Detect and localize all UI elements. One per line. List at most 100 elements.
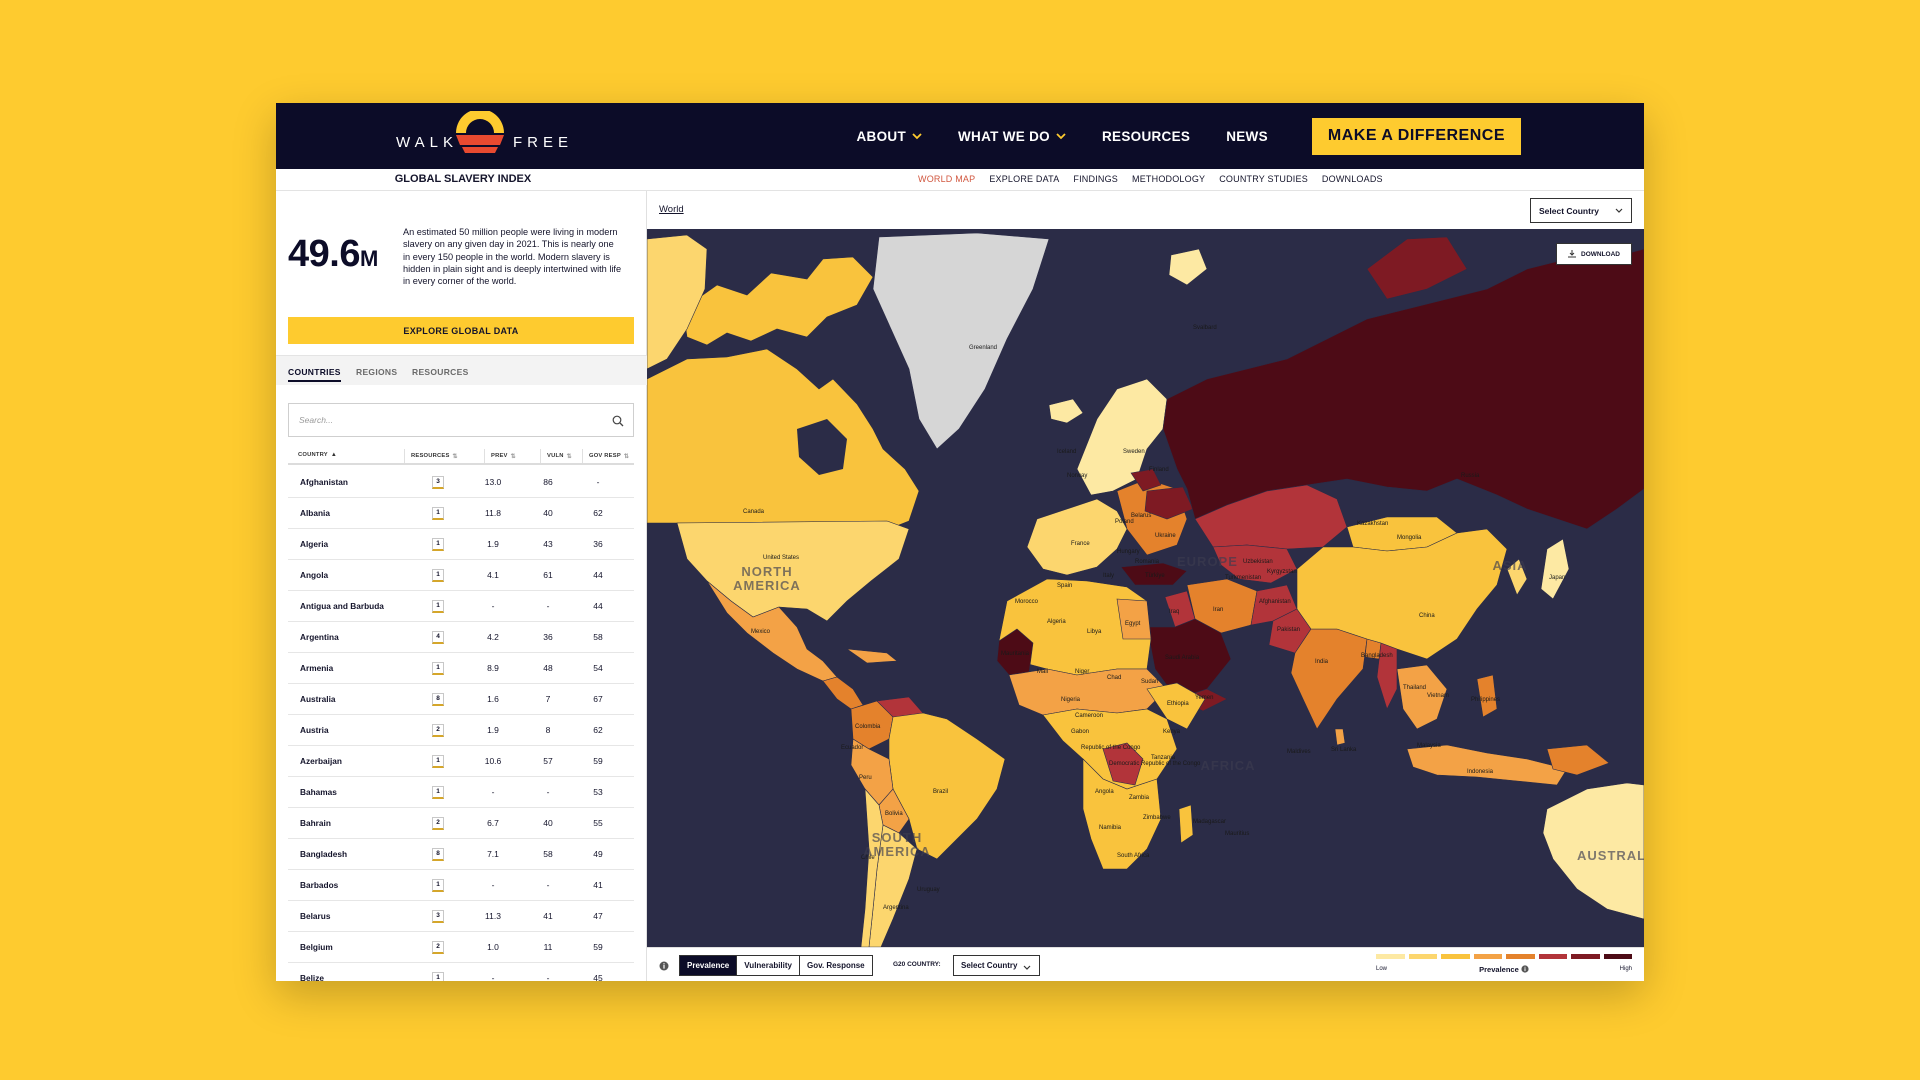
subnav-methodology[interactable]: METHODOLOGY	[1132, 174, 1205, 184]
world-map[interactable]: Greenland Canada United States Mexico Co…	[647, 229, 1644, 947]
col-resources[interactable]: RESOURCES ⇅	[404, 449, 458, 463]
download-button[interactable]: DOWNLOAD	[1556, 243, 1632, 265]
row-country-name: Belize	[300, 973, 324, 981]
nav-what-we-do[interactable]: WHAT WE DO	[958, 129, 1066, 144]
country-select[interactable]: Select Country	[1530, 198, 1632, 223]
legend-swatch	[1441, 954, 1470, 959]
country-egypt[interactable]	[1116, 598, 1152, 640]
breadcrumb-world[interactable]: World	[659, 204, 684, 215]
table-row[interactable]: Belgium 2 1.0 11 59	[288, 932, 634, 963]
row-country-name: Azerbaijan	[300, 756, 342, 766]
row-vulnerability: 61	[543, 570, 553, 580]
chevron-down-icon	[1056, 133, 1066, 140]
country-sri-lanka[interactable]	[1334, 728, 1346, 746]
map-controls: Prevalence Vulnerability Gov. Response G…	[647, 947, 1644, 981]
subnav-country-studies[interactable]: COUNTRY STUDIES	[1219, 174, 1308, 184]
col-vuln[interactable]: VULN ⇅	[540, 449, 572, 463]
table-row[interactable]: Azerbaijan 1 10.6 57 59	[288, 746, 634, 777]
global-stat: 49.6M	[288, 233, 378, 276]
row-resources-badge[interactable]: 3	[432, 476, 444, 489]
subnav-downloads[interactable]: DOWNLOADS	[1322, 174, 1383, 184]
g20-country-select[interactable]: Select Country	[953, 955, 1040, 976]
browser-frame: WALK FREE ABOUT WHAT WE DO RESOURCES NEW…	[276, 103, 1644, 981]
row-resources-badge[interactable]: 1	[432, 600, 444, 613]
make-a-difference-button[interactable]: MAKE A DIFFERENCE	[1311, 117, 1521, 155]
tab-regions[interactable]: REGIONS	[356, 367, 397, 377]
table-row[interactable]: Belarus 3 11.3 41 47	[288, 901, 634, 932]
row-gov-response: 45	[593, 973, 603, 981]
table-row[interactable]: Afghanistan 3 13.0 86 -	[288, 467, 634, 498]
table-row[interactable]: Austria 2 1.9 8 62	[288, 715, 634, 746]
row-prevalence: -	[491, 787, 495, 797]
info-icon[interactable]	[1521, 965, 1529, 973]
col-prev[interactable]: PREV ⇅	[484, 449, 516, 463]
table-row[interactable]: Argentina 4 4.2 36 58	[288, 622, 634, 653]
row-country-name: Angola	[300, 570, 329, 580]
table-row[interactable]: Australia 8 1.6 7 67	[288, 684, 634, 715]
nav-about[interactable]: ABOUT	[857, 129, 923, 144]
row-resources-badge[interactable]: 2	[432, 817, 444, 830]
tab-countries[interactable]: COUNTRIES	[288, 367, 341, 382]
col-gov-resp[interactable]: GOV RESP ⇅	[582, 449, 629, 463]
table-row[interactable]: Armenia 1 8.9 48 54	[288, 653, 634, 684]
sort-asc-icon: ▲	[330, 452, 337, 458]
table-row[interactable]: Belize 1 - - 45	[288, 963, 634, 981]
row-country-name: Bahamas	[300, 787, 337, 797]
table-row[interactable]: Bahamas 1 - - 53	[288, 777, 634, 808]
col-resources-label: RESOURCES	[411, 453, 450, 459]
row-gov-response: 47	[593, 911, 603, 921]
row-resources-badge[interactable]: 4	[432, 631, 444, 644]
explore-global-data-button[interactable]: EXPLORE GLOBAL DATA	[288, 317, 634, 344]
legend-swatch	[1538, 954, 1567, 959]
row-resources-badge[interactable]: 1	[432, 507, 444, 520]
chevron-down-icon	[1615, 208, 1623, 213]
metric-gov-response[interactable]: Gov. Response	[799, 956, 872, 975]
walk-free-logo[interactable]: WALK FREE	[396, 111, 568, 161]
row-prevalence: 4.2	[487, 632, 499, 642]
row-resources-badge[interactable]: 2	[432, 724, 444, 737]
sub-nav: WORLD MAP EXPLORE DATA FINDINGS METHODOL…	[918, 174, 1397, 184]
search-icon[interactable]	[612, 415, 624, 427]
legend-title-text: Prevalence	[1479, 965, 1519, 974]
row-vulnerability: 11	[543, 942, 553, 952]
metric-vulnerability[interactable]: Vulnerability	[737, 956, 800, 975]
col-country[interactable]: COUNTRY ▲	[298, 452, 337, 458]
global-stat-suffix: M	[359, 246, 378, 271]
tab-resources[interactable]: RESOURCES	[412, 367, 469, 377]
row-prevalence: -	[491, 601, 495, 611]
row-resources-badge[interactable]: 1	[432, 662, 444, 675]
table-row[interactable]: Albania 1 11.8 40 62	[288, 498, 634, 529]
chevron-down-icon	[1023, 965, 1031, 970]
table-row[interactable]: Antigua and Barbuda 1 - - 44	[288, 591, 634, 622]
row-resources-badge[interactable]: 1	[432, 786, 444, 799]
row-resources-badge[interactable]: 8	[432, 693, 444, 706]
info-icon[interactable]	[659, 961, 669, 971]
nav-resources[interactable]: RESOURCES	[1102, 129, 1190, 144]
row-resources-badge[interactable]: 1	[432, 972, 444, 981]
world-map-svg[interactable]	[647, 229, 1644, 947]
nav-news[interactable]: NEWS	[1226, 129, 1268, 144]
subnav-explore-data[interactable]: EXPLORE DATA	[989, 174, 1059, 184]
row-prevalence: 6.7	[487, 818, 499, 828]
row-resources-badge[interactable]: 1	[432, 755, 444, 768]
search-input[interactable]	[299, 404, 599, 436]
row-prevalence: -	[491, 973, 495, 981]
table-row[interactable]: Bangladesh 8 7.1 58 49	[288, 839, 634, 870]
row-resources-badge[interactable]: 1	[432, 569, 444, 582]
row-vulnerability: 40	[543, 508, 553, 518]
table-row[interactable]: Algeria 1 1.9 43 36	[288, 529, 634, 560]
table-row[interactable]: Bahrain 2 6.7 40 55	[288, 808, 634, 839]
legend-swatch	[1473, 954, 1502, 959]
row-resources-badge[interactable]: 3	[432, 910, 444, 923]
row-prevalence: 1.0	[487, 942, 499, 952]
table-row[interactable]: Barbados 1 - - 41	[288, 870, 634, 901]
table-row[interactable]: Angola 1 4.1 61 44	[288, 560, 634, 591]
row-resources-badge[interactable]: 1	[432, 538, 444, 551]
row-resources-badge[interactable]: 8	[432, 848, 444, 861]
row-resources-badge[interactable]: 2	[432, 941, 444, 954]
row-resources-badge[interactable]: 1	[432, 879, 444, 892]
subnav-world-map[interactable]: WORLD MAP	[918, 174, 975, 184]
metric-prevalence[interactable]: Prevalence	[680, 956, 738, 975]
row-prevalence: 10.6	[484, 756, 502, 766]
subnav-findings[interactable]: FINDINGS	[1073, 174, 1118, 184]
